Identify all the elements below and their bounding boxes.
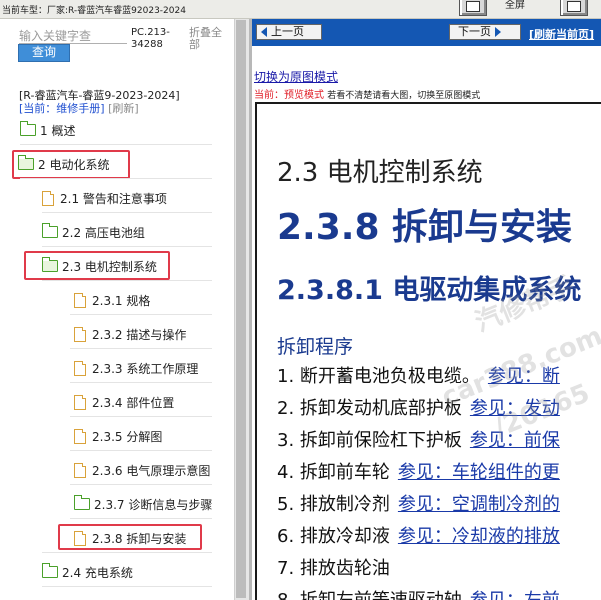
tree-divider [42, 552, 212, 553]
refresh-page-link[interactable]: [刷新当前页] [529, 26, 594, 42]
tree-item-label: 2.3.3 系统工作原理 [92, 361, 199, 376]
tree-divider [42, 246, 212, 247]
mode-label: 当前：预览模式 [254, 90, 324, 101]
tree-divider [42, 212, 212, 213]
sidebar-scroll-thumb[interactable] [236, 20, 246, 598]
procedure-step: 8. 拆卸左前等速驱动轴参见：左前 [277, 586, 560, 600]
collapse-all-link[interactable]: 折叠全部 [189, 27, 229, 51]
document-icon [74, 394, 86, 410]
procedure-step: 6. 排放冷却液 参见：冷却液的排放 [277, 522, 560, 548]
step-text: 7. 排放齿轮油 [277, 558, 390, 579]
folder-icon [74, 495, 90, 510]
step-reference-link[interactable]: 参见：车轮组件的更 [398, 462, 560, 483]
toolbar-fullscreen-button[interactable] [560, 0, 588, 16]
tree-divider [70, 484, 212, 485]
arrow-right-icon [495, 27, 501, 37]
switch-original-mode-link[interactable]: 切换为原图模式 [254, 68, 338, 85]
tree-item-label: 2.4 充电系统 [62, 565, 133, 580]
procedure-step: 5. 排放制冷剂 参见：空调制冷剂的 [277, 490, 560, 516]
tree-item-label: 2.3.6 电气原理示意图 [92, 463, 211, 478]
current-car-model: 当前车型：厂家:R-睿蓝汽车睿蓝92023-2024 [2, 6, 186, 16]
tree-item-hv-battery[interactable]: 2.2 高压电池组 [42, 222, 145, 242]
tree-item-label: 2.3.1 规格 [92, 293, 151, 308]
tree-divider [70, 314, 212, 315]
highlight-box [24, 251, 170, 280]
document-icon [74, 326, 86, 342]
top-status-bar: 当前车型：厂家:R-睿蓝汽车睿蓝92023-2024 全屏 [0, 0, 601, 19]
step-reference-link[interactable]: 参见：左前 [470, 590, 560, 600]
window-icon [567, 1, 581, 12]
sidebar-tree-panel: 查询 PC.213-34288 折叠全部 [R-睿蓝汽车-睿蓝9-2023-20… [0, 19, 234, 600]
tree-divider [70, 348, 212, 349]
step-text: 2. 拆卸发动机底部护板 [277, 398, 462, 419]
toolbar-window-button[interactable] [459, 0, 487, 16]
prev-page-label: 上一页 [271, 25, 304, 38]
step-text: 5. 排放制冷剂 [277, 494, 390, 515]
step-text: 6. 排放冷却液 [277, 526, 390, 547]
step-reference-link[interactable]: 参见：空调制冷剂的 [398, 494, 560, 515]
tree-divider [70, 382, 212, 383]
step-reference-link[interactable]: 参见：冷却液的排放 [398, 526, 560, 547]
document-icon [42, 190, 54, 206]
current-manual-line: [当前：维修手册] [刷新] [19, 100, 139, 116]
step-text: 4. 拆卸前车轮 [277, 462, 390, 483]
procedure-heading: 拆卸程序 [277, 336, 354, 358]
tree-item-label: 2.3.2 描述与操作 [92, 327, 187, 342]
tree-item-charging[interactable]: 2.4 充电系统 [42, 562, 133, 582]
search-button[interactable]: 查询 [18, 44, 70, 62]
step-text: 8. 拆卸左前等速驱动轴 [277, 590, 462, 600]
current-manual-label: [当前：维修手册] [19, 102, 105, 115]
document-content-pane: 切换为原图模式 当前：预览模式 若看不清楚请看大图，切换至原图模式 2.3 电机… [252, 46, 601, 600]
tree-divider [70, 416, 212, 417]
mode-hint: 若看不清楚请看大图，切换至原图模式 [327, 91, 481, 101]
tree-item-label: 1 概述 [40, 123, 76, 138]
tree-item-label: 2.2 高压电池组 [62, 225, 145, 240]
tree-item-schematic[interactable]: 2.3.6 电气原理示意图 [74, 460, 210, 480]
tree-item-principle[interactable]: 2.3.3 系统工作原理 [74, 358, 198, 378]
search-input[interactable] [19, 29, 127, 44]
tree-divider [42, 586, 212, 587]
tree-item-specs[interactable]: 2.3.1 规格 [74, 290, 150, 310]
highlight-box [58, 524, 202, 550]
window-icon [466, 1, 480, 12]
tree-divider [70, 450, 212, 451]
next-page-label: 下一页 [458, 25, 491, 38]
tree-divider [20, 144, 212, 145]
document-icon [74, 428, 86, 444]
tree-item-description[interactable]: 2.3.2 描述与操作 [74, 324, 186, 344]
folder-icon [20, 121, 36, 136]
document-icon [74, 462, 86, 478]
document-icon [74, 292, 86, 308]
toolbar-label: 全屏 [505, 0, 525, 11]
next-page-button[interactable]: 下一页 [449, 24, 521, 40]
procedure-step: 7. 排放齿轮油 [277, 554, 390, 580]
prev-page-button[interactable]: 上一页 [256, 24, 322, 40]
tree-item-component-location[interactable]: 2.3.4 部件位置 [74, 392, 174, 412]
chapter-heading: 2.3 电机控制系统 [277, 158, 483, 188]
document-icon [74, 360, 86, 376]
step-text: 3. 拆卸前保险杠下护板 [277, 430, 462, 451]
pc-code: PC.213-34288 [131, 27, 170, 50]
document-page: 2.3 电机控制系统 2.3.8 拆卸与安装 2.3.8.1 电驱动集成系统 拆… [255, 102, 601, 600]
tree-item-warnings[interactable]: 2.1 警告和注意事项 [42, 188, 167, 208]
tree-item-diagnostics[interactable]: 2.3.7 诊断信息与步骤 [74, 494, 212, 514]
tree-item-label: 2.3.5 分解图 [92, 429, 163, 444]
tree-divider [70, 518, 212, 519]
folder-icon [42, 223, 58, 238]
page-nav-bar: 上一页 下一页 [刷新当前页] [252, 19, 601, 46]
section-heading: 2.3.8 拆卸与安装 [277, 207, 573, 248]
tree-item-exploded-view[interactable]: 2.3.5 分解图 [74, 426, 162, 446]
procedure-step: 4. 拆卸前车轮 参见：车轮组件的更 [277, 458, 560, 484]
tree-item-label: 2.3.7 诊断信息与步骤 [94, 497, 213, 512]
arrow-left-icon [261, 27, 267, 37]
mode-status-line: 当前：预览模式 若看不清楚请看大图，切换至原图模式 [254, 86, 480, 101]
folder-icon [42, 563, 58, 578]
refresh-tree-link[interactable]: [刷新] [108, 102, 139, 115]
tree-item-label: 2.3.4 部件位置 [92, 395, 175, 410]
tree-item-label: 2.1 警告和注意事项 [60, 191, 167, 206]
tree-divider [42, 280, 212, 281]
tree-item-overview[interactable]: 1 概述 [20, 120, 75, 140]
highlight-box [12, 150, 130, 179]
tree-divider [20, 178, 212, 179]
